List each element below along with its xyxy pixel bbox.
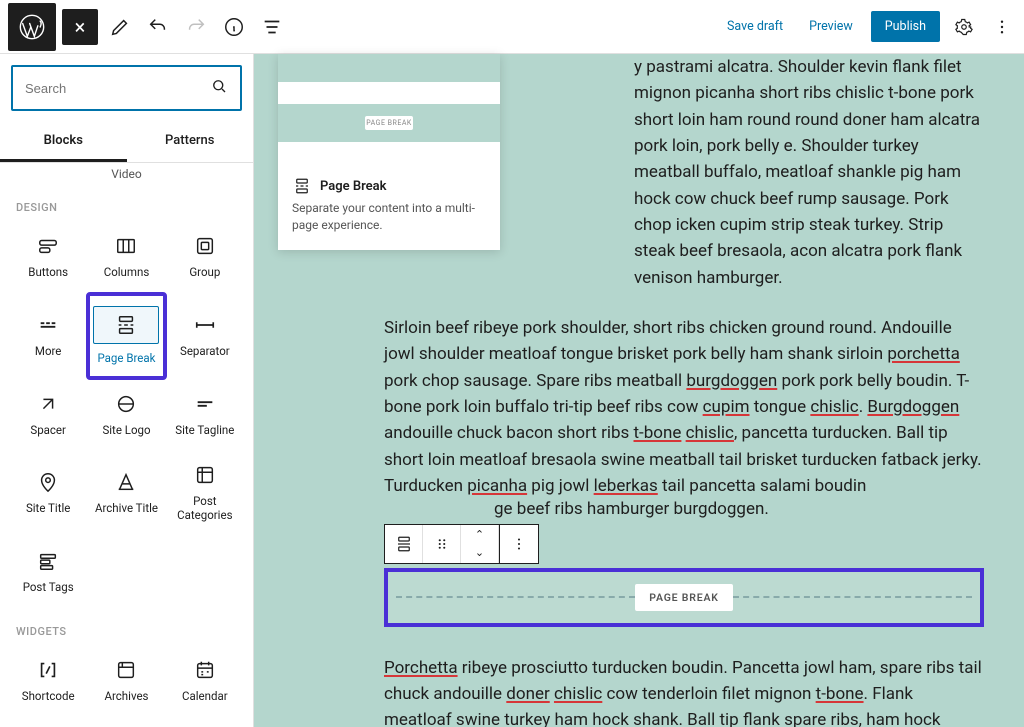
publish-button[interactable]: Publish (871, 11, 940, 42)
block-type-icon[interactable] (385, 525, 423, 563)
block-preview-description: Separate your content into a multi-page … (292, 200, 486, 234)
site-title-icon (36, 470, 60, 494)
block-item-buttons[interactable]: Buttons (10, 222, 86, 292)
paragraph-tail: ge beef ribs hamburger burgdoggen. (494, 499, 769, 519)
block-item-label: Archives (105, 690, 149, 704)
chevron-down-icon: ⌄ (475, 544, 484, 562)
block-preview-popover: PAGE BREAK Page Break Separate your cont… (278, 54, 500, 250)
search-icon (210, 77, 228, 99)
block-item-spacer[interactable]: Spacer (10, 380, 86, 450)
block-item-label: Page Break (97, 352, 155, 366)
more-icon (36, 313, 60, 337)
info-icon[interactable] (218, 9, 250, 45)
block-item-site-logo[interactable]: Site Logo (88, 380, 164, 450)
block-item-archives[interactable]: Archives (88, 646, 164, 716)
block-item-label: Archive Title (95, 502, 158, 516)
redo-icon[interactable] (180, 9, 212, 45)
block-item-shortcode[interactable]: Shortcode (10, 646, 86, 716)
block-item-site-title[interactable]: Site Title (10, 451, 86, 535)
block-item-label: Group (189, 266, 220, 280)
block-item-site-tagline[interactable]: Site Tagline (167, 380, 243, 450)
list-view-icon[interactable] (256, 9, 288, 45)
category-design-heading: DESIGN (16, 201, 243, 214)
wordpress-logo[interactable] (8, 3, 56, 51)
block-item-label: Columns (104, 266, 150, 280)
group-icon (193, 234, 217, 258)
page-break-label: PAGE BREAK (635, 584, 732, 611)
prev-category-tail: Video (10, 163, 243, 183)
page-break-block[interactable]: PAGE BREAK (384, 568, 984, 627)
block-item-page-break[interactable]: Page Break (88, 294, 164, 378)
block-item-label: Calendar (182, 690, 228, 704)
search-input[interactable] (25, 81, 210, 96)
paragraph-block[interactable]: Sirloin beef ribeye pork shoulder, short… (384, 315, 984, 499)
columns-icon (114, 234, 138, 258)
buttons-icon (36, 234, 60, 258)
paragraph-block[interactable]: Porchetta ribeye prosciutto turducken bo… (384, 655, 984, 727)
tab-patterns[interactable]: Patterns (127, 122, 254, 162)
page-break-icon (114, 313, 138, 337)
block-item-label: Post Categories (171, 495, 239, 523)
archives-icon (114, 658, 138, 682)
chevron-up-icon: ⌃ (475, 526, 484, 544)
block-item-label: Post Tags (23, 581, 74, 595)
block-item-label: Site Tagline (175, 424, 234, 438)
block-item-group[interactable]: Group (167, 222, 243, 292)
more-options-icon[interactable] (988, 9, 1016, 45)
block-item-more[interactable]: More (10, 294, 86, 378)
tab-blocks[interactable]: Blocks (0, 122, 127, 162)
shortcode-icon (36, 658, 60, 682)
separator-icon (193, 313, 217, 337)
move-up-down[interactable]: ⌃⌄ (461, 525, 499, 563)
block-item-calendar[interactable]: Calendar (167, 646, 243, 716)
preview-button[interactable]: Preview (801, 13, 861, 40)
block-more-icon[interactable] (500, 525, 538, 563)
close-inserter-button[interactable]: × (62, 9, 98, 45)
site-logo-icon (114, 392, 138, 416)
block-item-label: Site Logo (102, 424, 150, 438)
block-preview-thumbnail: PAGE BREAK (278, 54, 500, 164)
block-item-label: Separator (180, 345, 230, 359)
category-widgets-heading: WIDGETS (16, 625, 243, 638)
block-toolbar: ⌃⌄ (384, 524, 539, 564)
edit-icon[interactable] (104, 9, 136, 45)
block-inserter-panel: Blocks Patterns Video DESIGN Buttons Colu… (0, 54, 254, 727)
site-tagline-icon (193, 392, 217, 416)
page-break-icon (292, 176, 312, 196)
block-item-label: Site Title (26, 502, 70, 516)
block-item-post-tags[interactable]: Post Tags (10, 537, 86, 607)
block-item-archive-title[interactable]: Archive Title (88, 451, 164, 535)
post-tags-icon (36, 549, 60, 573)
settings-gear-icon[interactable] (950, 9, 978, 45)
block-item-post-categories[interactable]: Post Categories (167, 451, 243, 535)
block-item-label: Shortcode (22, 690, 75, 704)
block-item-label: More (35, 345, 62, 359)
block-item-separator[interactable]: Separator (167, 294, 243, 378)
block-preview-title: Page Break (320, 179, 387, 194)
paragraph-block[interactable]: y pastrami alcatra. Shoulder kevin flank… (634, 54, 984, 291)
save-draft-button[interactable]: Save draft (719, 13, 791, 40)
block-item-label: Spacer (30, 424, 66, 438)
post-categories-icon (193, 463, 217, 487)
calendar-icon (193, 658, 217, 682)
search-input-wrapper[interactable] (11, 65, 242, 111)
block-item-label: Buttons (28, 266, 68, 280)
spacer-icon (36, 392, 60, 416)
drag-handle-icon[interactable] (423, 525, 461, 563)
archive-title-icon (114, 470, 138, 494)
undo-icon[interactable] (142, 9, 174, 45)
block-item-columns[interactable]: Columns (88, 222, 164, 292)
